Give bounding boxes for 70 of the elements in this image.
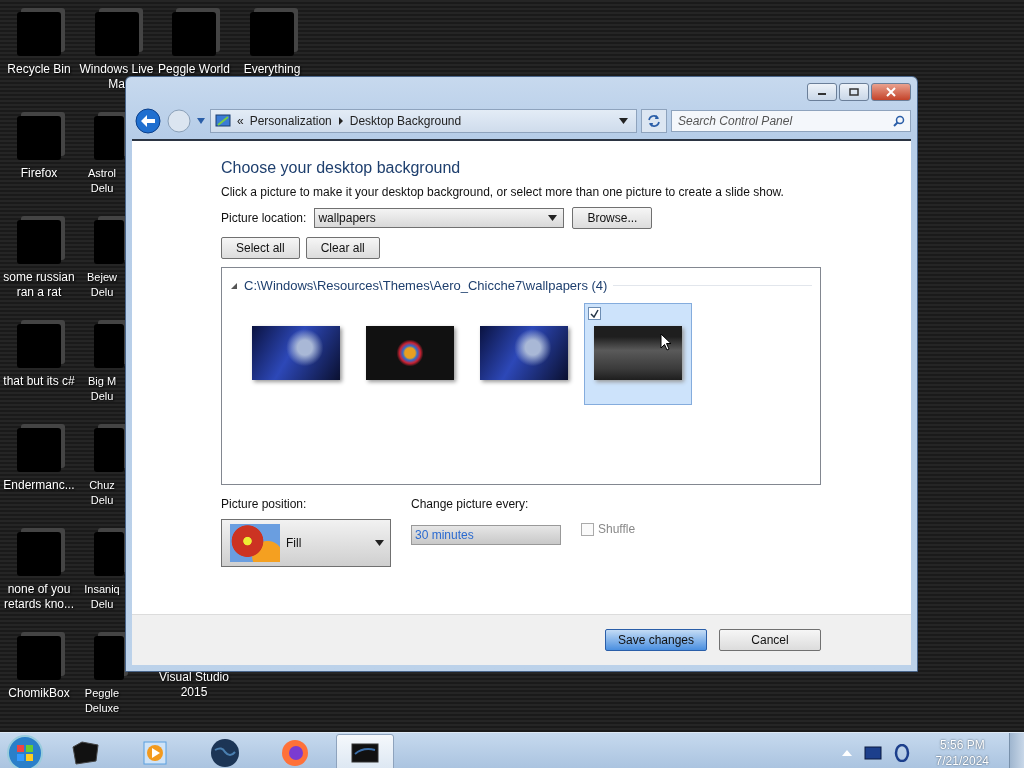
- caret-icon: [375, 540, 384, 546]
- desktop-icon-label[interactable]: Peggle Deluxe: [80, 686, 124, 716]
- save-button[interactable]: Save changes: [605, 629, 707, 651]
- desktop-icon-label[interactable]: Recycle Bin: [1, 62, 77, 77]
- close-icon: [885, 87, 897, 97]
- monitor-icon[interactable]: [863, 746, 882, 760]
- back-button[interactable]: [134, 107, 162, 135]
- network-icon[interactable]: [893, 744, 910, 762]
- desktop-icon-label[interactable]: Astrol Delu: [80, 166, 124, 196]
- firefox-icon: [280, 738, 310, 768]
- caret-icon: [548, 215, 558, 221]
- page-heading: Choose your desktop background: [221, 159, 462, 177]
- browse-button[interactable]: Browse...: [572, 207, 653, 229]
- close-button[interactable]: [871, 83, 911, 101]
- collapse-triangle-icon[interactable]: [230, 281, 238, 290]
- desktop-icon-label[interactable]: Chuz Delu: [80, 478, 124, 508]
- photo-placeholder: [230, 524, 280, 562]
- selection-button[interactable]: Select all: [221, 237, 300, 259]
- desktop-icon-label[interactable]: Windows Live Ma: [78, 62, 155, 92]
- desktop-icon-label[interactable]: Insaniq Delu: [80, 582, 124, 612]
- refresh-button[interactable]: [641, 109, 667, 133]
- desktop-icon-label[interactable]: Firefox: [1, 166, 77, 181]
- show-hidden-icons-button[interactable]: [841, 750, 852, 756]
- shuffle-label: Shuffle: [598, 522, 636, 536]
- mouse-cursor-icon: [660, 333, 672, 352]
- restore-icon: [848, 88, 860, 96]
- picture-location-dropdown[interactable]: wallpapers: [314, 208, 565, 228]
- desktop-icon-label[interactable]: none of you retards kno...: [1, 582, 77, 612]
- picture-position-label: Picture position:: [221, 497, 308, 511]
- breadcrumb-separator: «: [237, 114, 244, 128]
- desktop-icon-label[interactable]: some russian ran a rat: [1, 270, 77, 300]
- desktop-icon-label[interactable]: Bejew Delu: [80, 270, 124, 300]
- picture-location-label: Picture location:: [221, 211, 307, 225]
- start-button[interactable]: [6, 734, 44, 768]
- breadcrumb-item[interactable]: Personalization: [249, 114, 332, 128]
- dark-box-icon: [70, 739, 100, 767]
- taskbar-button[interactable]: [336, 734, 394, 768]
- clock-date: 7/21/2024: [935, 753, 989, 768]
- search-icon: [893, 115, 905, 127]
- clock-time: 5:56 PM: [939, 737, 985, 753]
- change-interval-label: Change picture every:: [411, 497, 530, 511]
- globe-icon: [210, 738, 240, 768]
- control-panel-icon: [215, 113, 231, 129]
- play-icon: [142, 740, 168, 766]
- cancel-button[interactable]: Cancel: [719, 629, 821, 651]
- minimize-button[interactable]: [807, 83, 837, 101]
- checkbox[interactable]: [588, 307, 601, 320]
- desktop-icon-label[interactable]: Big M Delu: [80, 374, 124, 404]
- description-text: Click a picture to make it your desktop background, or select more than one picture to create a slide show.: [221, 185, 785, 199]
- desktop-icon-label[interactable]: Peggle World: [156, 62, 232, 77]
- desktop-icon-label[interactable]: Endermanc...: [1, 478, 77, 493]
- refresh-icon: [647, 114, 661, 128]
- desktop-icon-label[interactable]: Visual Studio 2015: [156, 670, 232, 700]
- address-bar[interactable]: « Personalization Desktop Background: [210, 109, 637, 133]
- dropdown-icon[interactable]: [196, 117, 206, 125]
- folder-path-heading[interactable]: C:\Windows\Resources\Themes\Aero_Chicche7\wallpapers (4): [244, 278, 608, 293]
- breadcrumb-item[interactable]: Desktop Background: [349, 114, 462, 128]
- caret-icon[interactable]: [619, 118, 628, 124]
- checkmark-icon: [590, 309, 599, 318]
- monitor-icon: [351, 742, 379, 764]
- breadcrumb-arrow-icon: [337, 117, 344, 125]
- wallpaper-item[interactable]: [584, 303, 692, 405]
- desktop-icon-label[interactable]: ChomikBox: [1, 686, 77, 701]
- selection-button[interactable]: Clear all: [305, 237, 380, 259]
- maximize-button[interactable]: [839, 83, 869, 101]
- show-desktop-button[interactable]: [1009, 733, 1024, 768]
- picture-position-dropdown[interactable]: Fill: [221, 519, 391, 567]
- desktop-icon-label[interactable]: that but its c#: [1, 374, 77, 389]
- search-field[interactable]: Search Control Panel: [671, 110, 911, 132]
- desktop-icon-label[interactable]: Everything: [234, 62, 310, 77]
